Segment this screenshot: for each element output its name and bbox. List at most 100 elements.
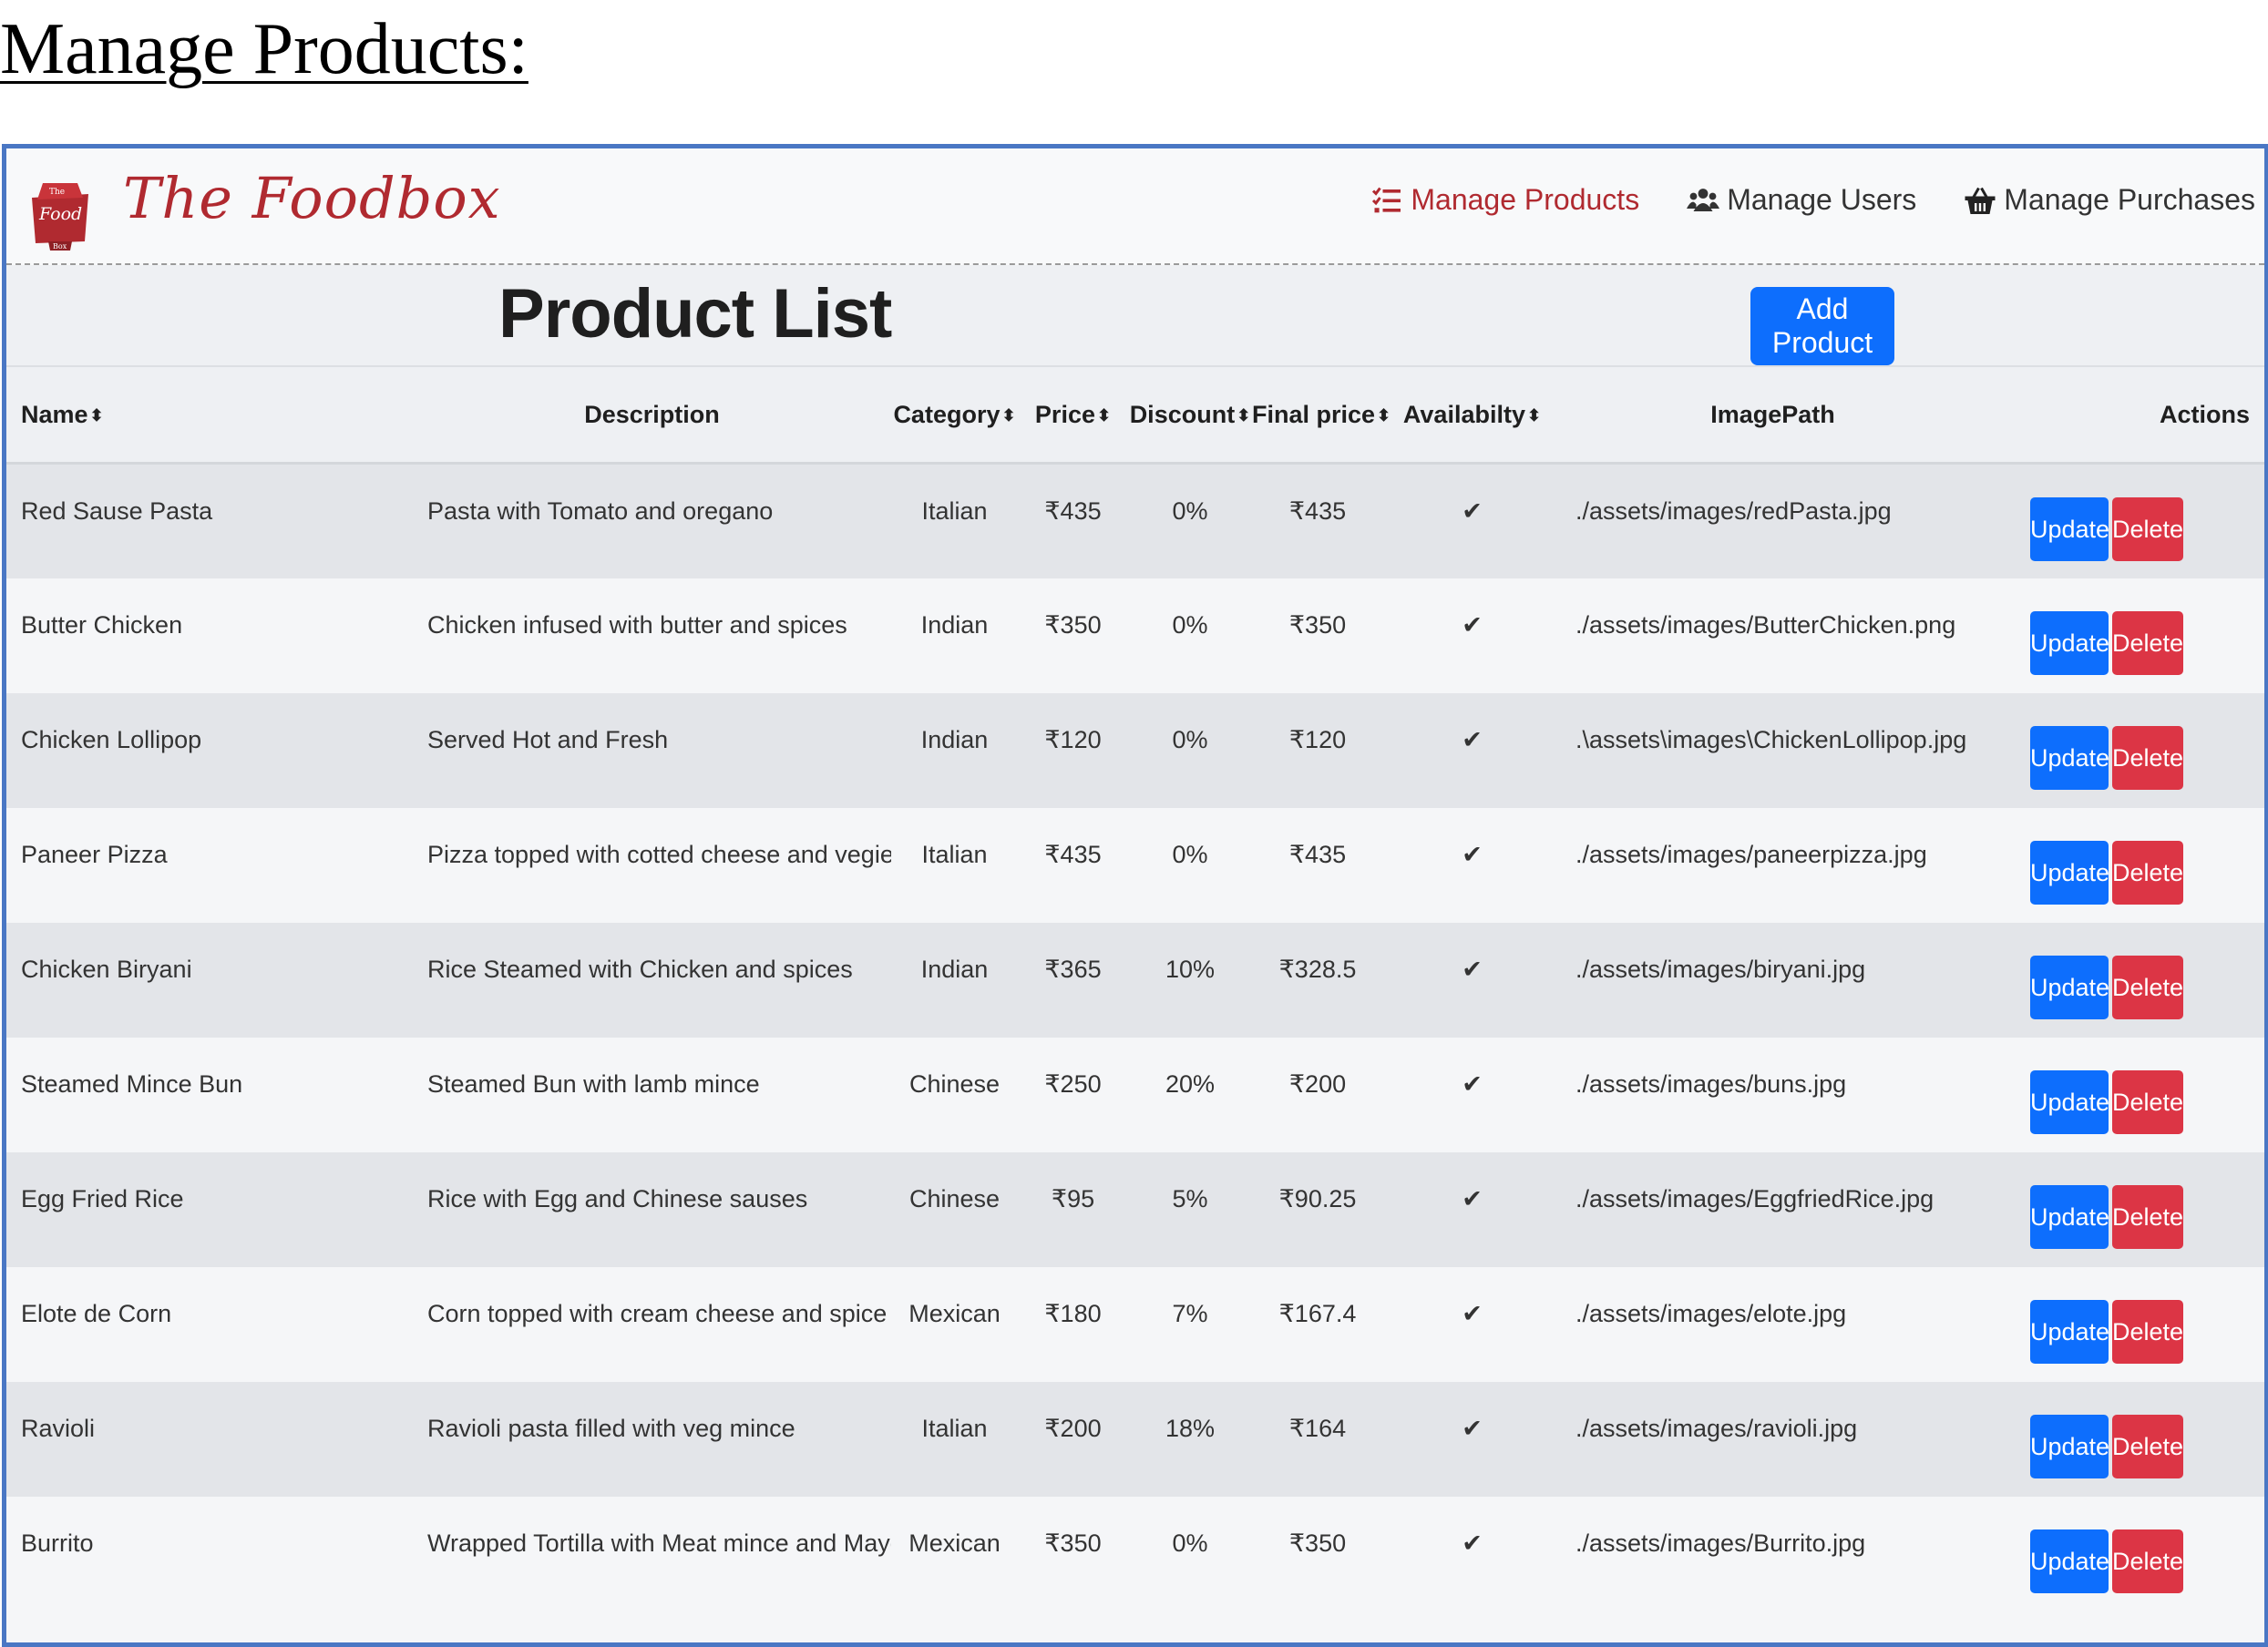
update-button[interactable]: Update [2030,1299,2109,1364]
update-button[interactable]: Update [2030,955,2109,1019]
cell-name: Paneer Pizza [6,807,413,923]
cell-discount: 0% [1128,1496,1252,1611]
availability-check-icon: ✔ [1383,1151,1561,1267]
nav-manage-purchases[interactable]: Manage Purchases [1964,183,2255,217]
delete-button[interactable]: Delete [2112,725,2183,790]
cell-final-price: ₹120 [1252,692,1383,808]
shopping-basket-icon [1965,187,1996,214]
cell-description: Served Hot and Fresh [413,692,891,808]
users-icon [1687,188,1720,211]
sort-icon[interactable]: ⬍ [1097,406,1111,425]
table-row: Chicken Biryani Rice Steamed with Chicken… [6,922,2264,1038]
cell-discount: 0% [1128,578,1252,693]
cell-final-price: ₹435 [1252,807,1383,923]
nav-manage-products[interactable]: Manage Products [1370,183,1639,217]
svg-text:The: The [49,188,65,197]
cell-image-path: ./assets/images/Burrito.jpg [1561,1496,1985,1611]
cell-name: Egg Fried Rice [6,1151,413,1267]
availability-check-icon: ✔ [1383,1266,1561,1382]
sort-icon[interactable]: ⬍ [1377,406,1391,425]
cell-price: ₹250 [1018,1037,1128,1152]
column-header-final-price[interactable]: Final price ⬍ [1252,367,1391,465]
cell-name: Steamed Mince Bun [6,1037,413,1152]
cell-category: Mexican [891,1496,1018,1611]
cell-price: ₹435 [1018,463,1128,578]
cell-image-path: ./assets/images/buns.jpg [1561,1037,1985,1152]
update-button[interactable]: Update [2030,840,2109,905]
delete-button[interactable]: Delete [2112,1184,2183,1249]
cell-description: Pasta with Tomato and oregano [413,463,891,578]
cell-image-path: ./assets/images/ButterChicken.png [1561,578,1985,693]
cell-category: Chinese [891,1037,1018,1152]
availability-check-icon: ✔ [1383,1381,1561,1497]
app-screenshot-frame: The Food Box The Foodbox Manage Products [2,144,2268,1647]
cell-image-path: .\assets\images\ChickenLollipop.jpg [1561,692,1985,808]
cell-final-price: ₹164 [1252,1381,1383,1497]
cell-name: Burrito [6,1496,413,1611]
column-header-discount[interactable]: Discount ⬍ [1128,367,1252,465]
cell-category: Italian [891,463,1018,578]
delete-button[interactable]: Delete [2112,1069,2183,1134]
table-row: Butter Chicken Chicken infused with butte… [6,578,2264,693]
column-header-name[interactable]: Name ⬍ [6,367,413,465]
cell-image-path: ./assets/images/paneerpizza.jpg [1561,807,1985,923]
availability-check-icon: ✔ [1383,1037,1561,1152]
delete-button[interactable]: Delete [2112,1529,2183,1593]
delete-button[interactable]: Delete [2112,610,2183,675]
document-heading: Manage Products: [0,9,529,89]
cell-final-price: ₹350 [1252,578,1383,693]
cell-price: ₹350 [1018,578,1128,693]
cell-final-price: ₹200 [1252,1037,1383,1152]
column-header-category[interactable]: Category ⬍ [891,367,1018,465]
cell-image-path: ./assets/images/biryani.jpg [1561,922,1985,1038]
cell-discount: 0% [1128,807,1252,923]
delete-button[interactable]: Delete [2112,1299,2183,1364]
delete-button[interactable]: Delete [2112,497,2183,561]
update-button[interactable]: Update [2030,497,2109,561]
nav-manage-users[interactable]: Manage Users [1687,183,1916,217]
sort-icon[interactable]: ⬍ [1001,406,1015,425]
cell-actions: Update Delete [1985,1381,2264,1497]
table-header-row: Name ⬍ Description Category ⬍ Price ⬍ Disco… [6,367,2264,465]
cell-actions: Update Delete [1985,578,2264,693]
column-header-availability[interactable]: Availabilty ⬍ [1383,367,1561,465]
delete-button[interactable]: Delete [2112,955,2183,1019]
update-button[interactable]: Update [2030,725,2109,790]
cell-image-path: ./assets/images/EggfriedRice.jpg [1561,1151,1985,1267]
brand-logo-text[interactable]: The Foodbox [123,165,501,231]
cell-discount: 10% [1128,922,1252,1038]
table-row: Chicken Lollipop Served Hot and Fresh Indi… [6,692,2264,808]
update-button[interactable]: Update [2030,1414,2109,1478]
cell-discount: 7% [1128,1266,1252,1382]
cell-description: Rice Steamed with Chicken and spices [413,922,891,1038]
cell-description: Chicken infused with butter and spices [413,578,891,693]
nav-manage-purchases-label: Manage Purchases [2004,183,2255,216]
cell-final-price: ₹435 [1252,463,1383,578]
title-bar: Product List Add Product [6,265,2264,367]
update-button[interactable]: Update [2030,1069,2109,1134]
add-product-button[interactable]: Add Product [1750,287,1894,365]
update-button[interactable]: Update [2030,610,2109,675]
cell-actions: Update Delete [1985,1266,2264,1382]
foodbox-logo-icon[interactable]: The Food Box [25,178,96,252]
availability-check-icon: ✔ [1383,807,1561,923]
column-header-price[interactable]: Price ⬍ [1018,367,1128,465]
cell-name: Elote de Corn [6,1266,413,1382]
cell-image-path: ./assets/images/redPasta.jpg [1561,463,1985,578]
cell-final-price: ₹167.4 [1252,1266,1383,1382]
sort-icon[interactable]: ⬍ [90,406,104,425]
delete-button[interactable]: Delete [2112,1414,2183,1478]
svg-text:Box: Box [53,242,67,251]
table-row: Elote de Corn Corn topped with cream chee… [6,1266,2264,1382]
cell-discount: 0% [1128,463,1252,578]
cell-image-path: ./assets/images/elote.jpg [1561,1266,1985,1382]
update-button[interactable]: Update [2030,1184,2109,1249]
delete-button[interactable]: Delete [2112,840,2183,905]
availability-check-icon: ✔ [1383,1496,1561,1611]
sort-icon[interactable]: ⬍ [1527,406,1541,425]
update-button[interactable]: Update [2030,1529,2109,1593]
sort-icon[interactable]: ⬍ [1237,406,1250,425]
cell-actions: Update Delete [1985,1037,2264,1152]
availability-check-icon: ✔ [1383,578,1561,693]
cell-price: ₹95 [1018,1151,1128,1267]
